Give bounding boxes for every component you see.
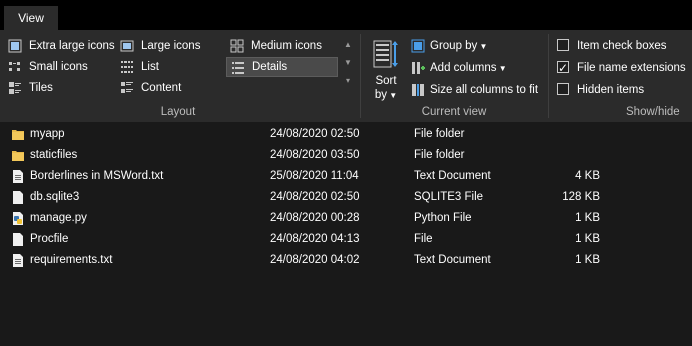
file-row[interactable]: db.sqlite3 24/08/2020 02:50 SQLITE3 File…: [0, 187, 692, 208]
text-file-icon: [13, 170, 23, 183]
layout-details[interactable]: Details: [226, 57, 338, 77]
file-type: Python File: [414, 212, 472, 224]
add-columns-label: Add columns: [430, 62, 497, 74]
content-icon: [121, 82, 133, 93]
file-type: Text Document: [414, 254, 491, 266]
file-date: 24/08/2020 04:13: [270, 233, 360, 245]
layout-large-icons[interactable]: Large icons: [116, 36, 224, 56]
medium-icons-icon: [230, 39, 244, 53]
file-size: 128 KB: [562, 191, 600, 203]
file-date: 24/08/2020 04:02: [270, 254, 360, 266]
layout-extra-large-icons[interactable]: Extra large icons: [4, 36, 116, 56]
file-type: SQLITE3 File: [414, 191, 484, 203]
file-type: File folder: [414, 128, 465, 140]
file-row[interactable]: myapp 24/08/2020 02:50 File folder: [0, 124, 692, 145]
file-name: myapp: [30, 128, 65, 140]
list-icon: [121, 61, 133, 73]
file-name-extensions-label: File name extensions: [577, 62, 686, 74]
folder-icon: [12, 130, 24, 140]
sort-by-icon: [373, 40, 398, 68]
ribbon-tab-strip: View: [0, 0, 692, 30]
chevron-down-icon: ▼: [387, 91, 398, 100]
layout-gallery: Extra large icons Large icons Medium ico…: [4, 36, 352, 98]
details-icon: [232, 62, 244, 74]
extra-large-icons-icon: [8, 39, 22, 53]
item-check-boxes-label: Item check boxes: [577, 40, 667, 52]
gallery-scroll-up-icon[interactable]: ▲: [342, 36, 354, 54]
file-name: Borderlines in MSWord.txt: [30, 170, 164, 182]
size-all-columns-label: Size all columns to fit: [430, 84, 539, 96]
layout-item-label: Extra large icons: [29, 40, 115, 52]
layout-content[interactable]: Content: [116, 78, 224, 98]
chevron-down-icon: ▼: [477, 42, 488, 51]
layout-item-label: Small icons: [29, 61, 88, 73]
file-size: 1 KB: [575, 212, 600, 224]
add-columns-icon: [412, 62, 425, 74]
group-by-icon: [411, 39, 425, 53]
show-hide-group-label: Show/hide: [626, 106, 680, 118]
file-row[interactable]: Borderlines in MSWord.txt 25/08/2020 11:…: [0, 166, 692, 187]
file-icon: [13, 233, 23, 246]
small-icons-icon: [9, 62, 20, 71]
file-icon: [13, 191, 23, 204]
layout-medium-icons[interactable]: Medium icons: [226, 36, 338, 56]
layout-item-label: List: [141, 61, 159, 73]
file-list: myapp 24/08/2020 02:50 File folder stati…: [0, 124, 692, 346]
ribbon: Extra large icons Large icons Medium ico…: [0, 30, 692, 122]
file-name: manage.py: [30, 212, 87, 224]
file-date: 24/08/2020 02:50: [270, 128, 360, 140]
file-date: 24/08/2020 03:50: [270, 149, 360, 161]
file-size: 4 KB: [575, 170, 600, 182]
layout-list[interactable]: List: [116, 57, 224, 77]
file-row[interactable]: staticfiles 24/08/2020 03:50 File folder: [0, 145, 692, 166]
chevron-down-icon: ▼: [496, 64, 507, 73]
folder-icon: [12, 151, 24, 161]
file-name: requirements.txt: [30, 254, 113, 266]
file-size: 1 KB: [575, 254, 600, 266]
file-name: db.sqlite3: [30, 191, 80, 203]
large-icons-icon: [120, 40, 134, 52]
sort-label-line2: by: [374, 89, 387, 101]
python-file-icon: [13, 212, 23, 225]
hidden-items-checkbox[interactable]: [557, 83, 569, 95]
sort-by-label: Sort by ▼: [368, 74, 404, 103]
gallery-more-icon[interactable]: ▾: [342, 72, 354, 90]
layout-item-label: Tiles: [29, 82, 53, 94]
layout-item-label: Medium icons: [251, 40, 322, 52]
tiles-icon: [9, 82, 21, 94]
hidden-items-label: Hidden items: [577, 84, 645, 96]
text-file-icon: [13, 254, 23, 267]
file-row[interactable]: requirements.txt 24/08/2020 04:02 Text D…: [0, 250, 692, 271]
file-row[interactable]: Procfile 24/08/2020 04:13 File 1 KB: [0, 229, 692, 250]
sort-by-button[interactable]: Sort by ▼: [368, 36, 404, 102]
layout-small-icons[interactable]: Small icons: [4, 57, 116, 77]
file-date: 24/08/2020 00:28: [270, 212, 360, 224]
size-columns-icon: [412, 84, 424, 96]
file-name-extensions-checkbox[interactable]: [557, 58, 569, 78]
file-type: File folder: [414, 149, 465, 161]
group-divider: [548, 34, 549, 118]
layout-group-label: Layout: [160, 106, 196, 118]
layout-item-label: Content: [141, 82, 182, 94]
gallery-scroll-down-icon[interactable]: ▼: [342, 54, 354, 72]
file-date: 25/08/2020 11:04: [270, 170, 359, 182]
file-name: staticfiles: [30, 149, 78, 161]
file-row[interactable]: manage.py 24/08/2020 00:28 Python File 1…: [0, 208, 692, 229]
item-check-boxes-checkbox[interactable]: [557, 39, 569, 51]
sort-label-line1: Sort: [375, 75, 397, 87]
file-size: 1 KB: [575, 233, 600, 245]
file-date: 24/08/2020 02:50: [270, 191, 360, 203]
layout-tiles[interactable]: Tiles: [4, 78, 116, 98]
current-view-group-label: Current view: [421, 106, 487, 118]
tab-view[interactable]: View: [4, 6, 58, 30]
file-type: Text Document: [414, 170, 491, 182]
file-name: Procfile: [30, 233, 69, 245]
layout-item-label: Details: [252, 61, 288, 73]
group-by-label: Group by: [430, 40, 478, 52]
layout-gallery-scroll: ▲ ▼ ▾: [342, 36, 354, 98]
layout-item-label: Large icons: [141, 40, 201, 52]
file-type: File: [414, 233, 433, 245]
